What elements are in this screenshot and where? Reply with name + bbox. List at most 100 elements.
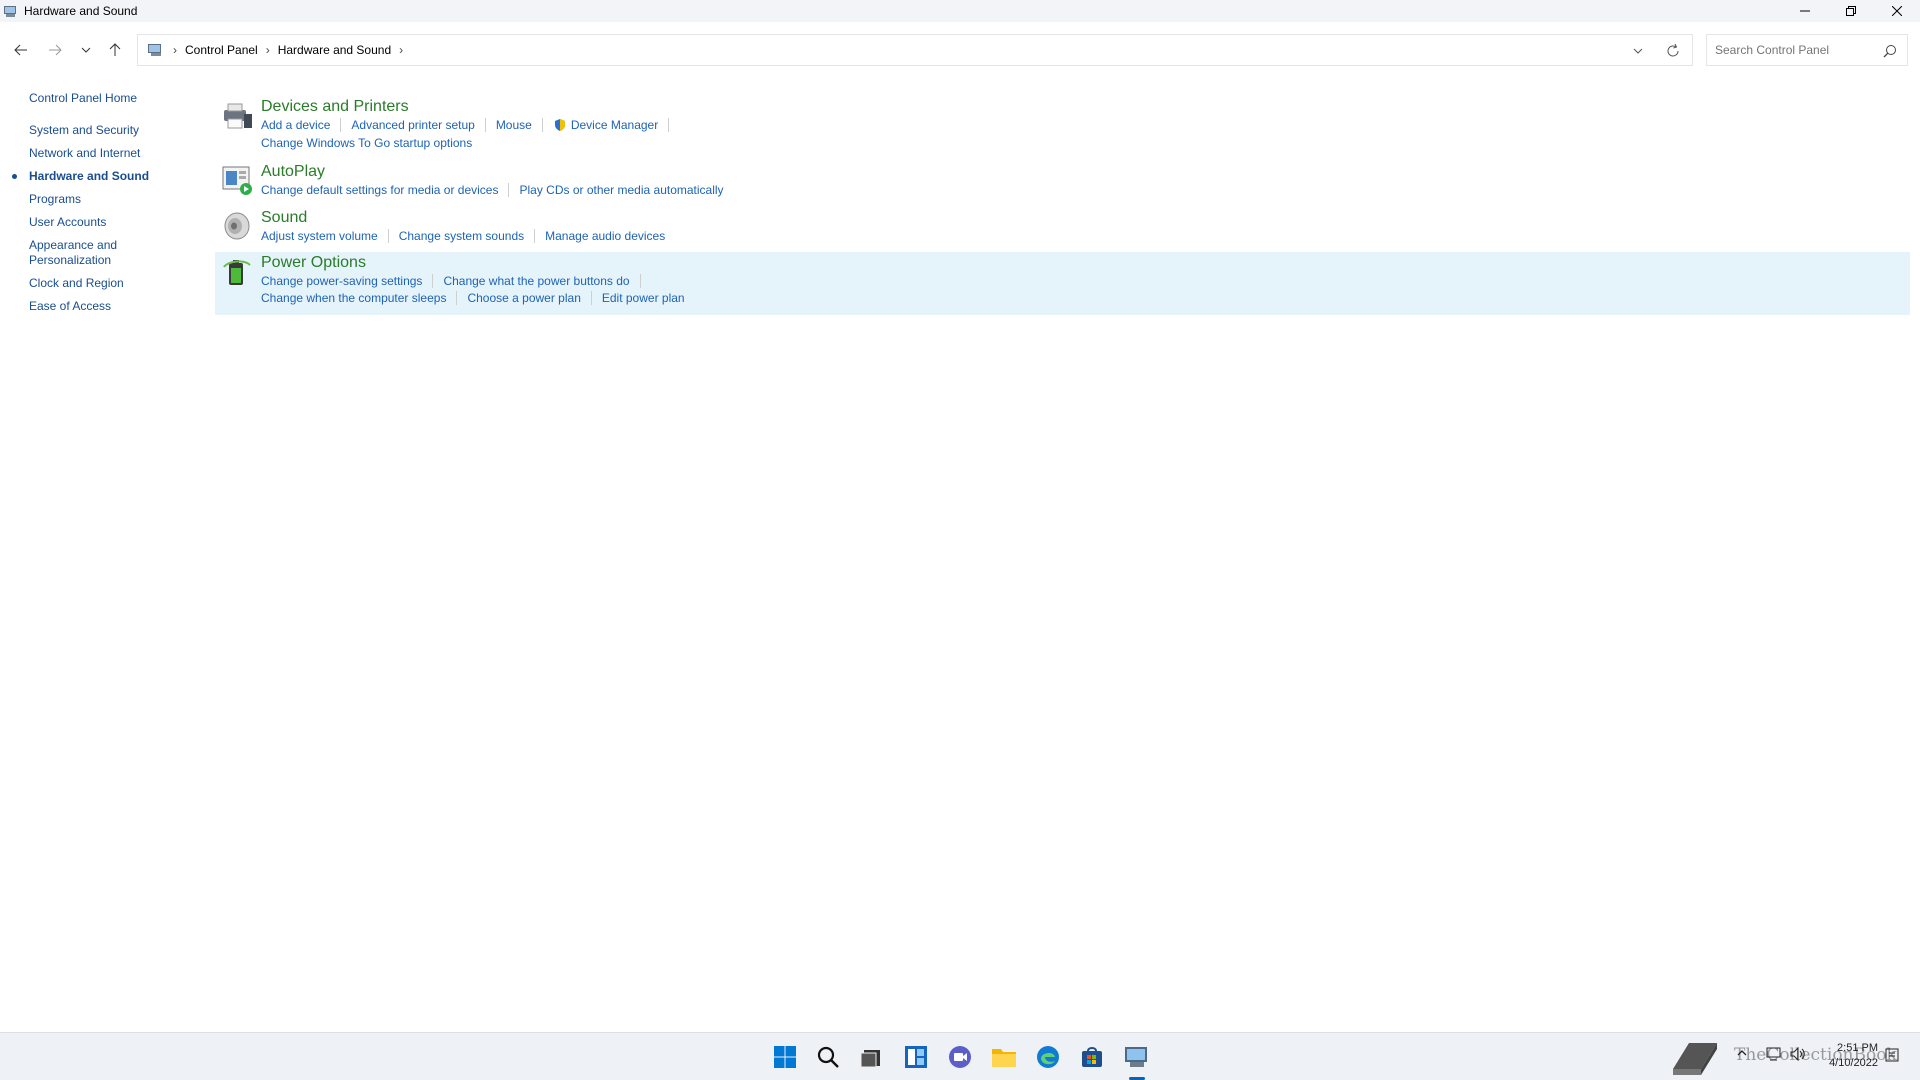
network-icon: [1766, 1047, 1781, 1061]
adjust-system-volume-link[interactable]: Adjust system volume: [261, 229, 378, 243]
edge-icon: [1037, 1046, 1059, 1068]
task-view-button[interactable]: [857, 1043, 885, 1071]
control-panel-home-link[interactable]: Control Panel Home: [29, 91, 209, 111]
edit-power-plan-link[interactable]: Edit power plan: [602, 291, 685, 305]
clock-date: 4/10/2022: [1829, 1057, 1878, 1069]
link-divider: [340, 118, 342, 132]
link-divider: [484, 118, 486, 132]
link-divider: [541, 118, 543, 132]
clock-time: 2:51 PM: [1837, 1042, 1878, 1054]
volume-icon: [1790, 1046, 1805, 1062]
chevron-up-icon: [1737, 1050, 1747, 1056]
navigation-bar: › Control Panel › Hardware and Sound ›: [0, 26, 1920, 74]
choose-power-plan-link[interactable]: Choose a power plan: [467, 291, 580, 305]
search-icon[interactable]: [1883, 44, 1897, 58]
category-power-options: Power Options Change power-saving settin…: [215, 252, 1910, 315]
restore-icon: [1846, 6, 1856, 16]
play-cds-automatically-link[interactable]: Play CDs or other media automatically: [519, 183, 723, 197]
chat-button[interactable]: [946, 1043, 974, 1071]
chat-icon: [949, 1046, 971, 1068]
store-icon: [1082, 1047, 1102, 1067]
devices-and-printers-title[interactable]: Devices and Printers: [261, 98, 409, 116]
search-input[interactable]: [1707, 43, 1877, 57]
chevron-down-icon[interactable]: [1630, 43, 1646, 59]
back-button[interactable]: [10, 38, 32, 62]
add-a-device-link[interactable]: Add a device: [261, 118, 330, 132]
device-manager-link[interactable]: Device Manager: [571, 118, 658, 132]
network-button[interactable]: [1766, 1047, 1782, 1064]
link-divider: [534, 229, 536, 243]
nav-item-ease-of-access[interactable]: Ease of Access: [29, 299, 209, 314]
change-power-saving-settings-link[interactable]: Change power-saving settings: [261, 274, 422, 288]
link-divider: [639, 274, 641, 288]
restore-button[interactable]: [1828, 0, 1874, 22]
left-navigation: Control Panel Home System and Security N…: [12, 91, 209, 322]
close-icon: [1892, 6, 1902, 16]
nav-item-programs[interactable]: Programs: [29, 192, 209, 207]
breadcrumb-separator[interactable]: ›: [266, 43, 270, 57]
autoplay-icon: [222, 166, 252, 195]
taskbar-search-button[interactable]: [814, 1043, 842, 1071]
control-panel-taskbar-button[interactable]: [1123, 1043, 1151, 1071]
devices-links-row-1: Add a device Advanced printer setup Mous…: [261, 118, 679, 132]
advanced-printer-setup-link[interactable]: Advanced printer setup: [351, 118, 474, 132]
minimize-icon: [1800, 10, 1810, 12]
devices-links-row-2: Change Windows To Go startup options: [261, 136, 472, 150]
notifications-button[interactable]: [1884, 1047, 1900, 1066]
link-divider: [432, 274, 434, 288]
nav-item-clock-and-region[interactable]: Clock and Region: [29, 276, 209, 291]
battery-icon: [223, 260, 251, 285]
file-explorer-icon: [992, 1049, 1016, 1067]
change-windows-to-go-startup-options-link[interactable]: Change Windows To Go startup options: [261, 136, 472, 150]
store-button[interactable]: [1078, 1043, 1106, 1071]
nav-item-network-and-internet[interactable]: Network and Internet: [29, 146, 209, 161]
mouse-link[interactable]: Mouse: [496, 118, 532, 132]
link-divider: [387, 229, 389, 243]
start-button[interactable]: [771, 1043, 799, 1071]
book-icon: [1673, 1043, 1717, 1075]
search-box[interactable]: [1706, 34, 1908, 66]
nav-item-hardware-and-sound[interactable]: Hardware and Sound: [12, 169, 209, 184]
nav-item-system-and-security[interactable]: System and Security: [29, 123, 209, 138]
volume-button[interactable]: [1790, 1046, 1806, 1064]
category-autoplay: AutoPlay Change default settings for med…: [215, 161, 1910, 201]
manage-audio-devices-link[interactable]: Manage audio devices: [545, 229, 665, 243]
tray-overflow-button[interactable]: [1736, 1047, 1748, 1062]
autoplay-title[interactable]: AutoPlay: [261, 163, 325, 181]
close-button[interactable]: [1874, 0, 1920, 22]
autoplay-links-row: Change default settings for media or dev…: [261, 183, 724, 197]
window-title: Hardware and Sound: [24, 4, 138, 18]
control-panel-icon: [1125, 1047, 1147, 1067]
chevron-down-icon: [81, 47, 91, 53]
taskbar: TheCollectionBook 2:51 PM 4/10/2022: [0, 1032, 1920, 1080]
change-power-buttons-link[interactable]: Change what the power buttons do: [443, 274, 629, 288]
minimize-button[interactable]: [1782, 0, 1828, 22]
nav-item-appearance-and-personalization[interactable]: Appearance and Personalization: [29, 238, 129, 268]
breadcrumb-hardware-and-sound[interactable]: Hardware and Sound: [278, 43, 391, 57]
breadcrumb-control-panel[interactable]: Control Panel: [185, 43, 258, 57]
widgets-icon: [905, 1046, 927, 1068]
edge-button[interactable]: [1034, 1043, 1062, 1071]
nav-item-user-accounts[interactable]: User Accounts: [29, 215, 209, 230]
power-options-title[interactable]: Power Options: [261, 254, 366, 272]
link-divider: [590, 291, 592, 305]
sound-title[interactable]: Sound: [261, 209, 307, 227]
breadcrumb-separator[interactable]: ›: [399, 43, 403, 57]
breadcrumb-separator[interactable]: ›: [173, 43, 177, 57]
refresh-icon[interactable]: [1665, 43, 1681, 59]
system-clock[interactable]: 2:51 PM 4/10/2022: [1829, 1041, 1878, 1071]
recent-locations-button[interactable]: [75, 38, 97, 62]
category-sound: Sound Adjust system volume Change system…: [215, 207, 1910, 247]
address-bar[interactable]: › Control Panel › Hardware and Sound ›: [137, 34, 1693, 66]
up-button[interactable]: [104, 38, 126, 62]
windows-start-icon: [774, 1046, 796, 1068]
widgets-button[interactable]: [902, 1043, 930, 1071]
notification-icon: [1885, 1048, 1899, 1062]
forward-button[interactable]: [44, 38, 66, 62]
change-default-settings-link[interactable]: Change default settings for media or dev…: [261, 183, 498, 197]
file-explorer-button[interactable]: [990, 1043, 1018, 1071]
category-devices-and-printers: Devices and Printers Add a device Advanc…: [215, 96, 1910, 154]
change-when-computer-sleeps-link[interactable]: Change when the computer sleeps: [261, 291, 446, 305]
link-divider: [456, 291, 458, 305]
change-system-sounds-link[interactable]: Change system sounds: [399, 229, 524, 243]
